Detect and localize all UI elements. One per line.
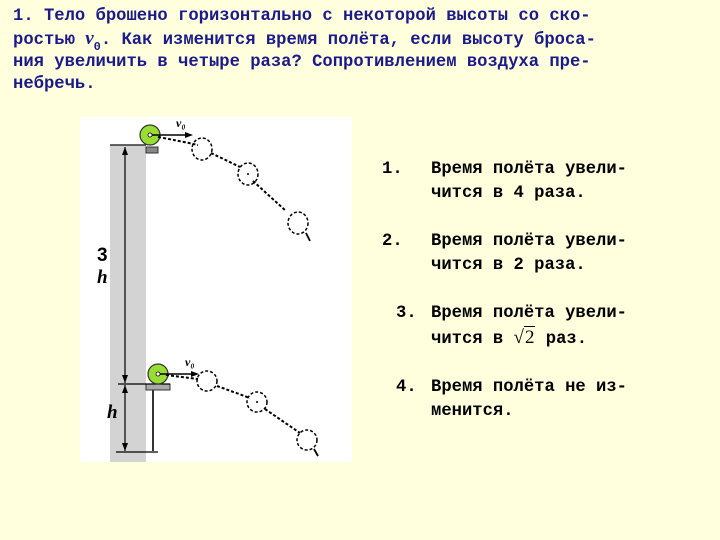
velocity-subscript: 0 bbox=[93, 40, 101, 54]
answer-option-4[interactable]: 4. Время полёта не из- менится. bbox=[382, 376, 712, 424]
velocity-label-bottom: v₀ bbox=[185, 355, 195, 369]
height-label-h: h bbox=[107, 402, 118, 423]
answer-line: Время полёта не из- bbox=[431, 378, 627, 397]
height-label-3h: 3 h bbox=[97, 245, 108, 289]
ball-bottom-center bbox=[155, 371, 161, 377]
answer-line-pre: чится в bbox=[431, 330, 514, 349]
velocity-label-top: v₀ bbox=[176, 117, 186, 130]
ball-position-top-1 bbox=[191, 137, 213, 161]
trajectory-path-bottom bbox=[165, 374, 301, 434]
question-line-2: ростью v0. Как изменится время полёта, е… bbox=[13, 28, 596, 54]
answer-options: 1. Время полёта увели- чится в 4 раза. 2… bbox=[382, 158, 712, 448]
velocity-arrowhead-top bbox=[185, 132, 193, 138]
answer-text: Время полёта увели- чится в 2 раза. bbox=[431, 230, 712, 278]
top-ledge bbox=[145, 146, 159, 154]
height-label-3h-number: 3 bbox=[97, 245, 108, 266]
answer-option-2[interactable]: 2. Время полёта увели- чится в 2 раза. bbox=[382, 230, 712, 278]
ball-position-top-2-center bbox=[247, 173, 249, 175]
velocity-symbol: v bbox=[85, 28, 94, 49]
sqrt-expression: √2 bbox=[514, 326, 536, 348]
answer-line: Время полёта увели- bbox=[431, 304, 627, 323]
ball-position-top-3 bbox=[287, 211, 309, 235]
answer-text: Время полёта увели- чится в √2 раз. bbox=[431, 302, 712, 352]
trajectory-tail-top bbox=[305, 232, 311, 242]
answer-option-1[interactable]: 1. Время полёта увели- чится в 4 раза. bbox=[382, 158, 712, 206]
trajectory-tail-bottom bbox=[313, 448, 319, 457]
question-line-1: 1. Тело брошено горизонтально с некоторо… bbox=[13, 7, 591, 26]
answer-text: Время полёта увели- чится в 4 раза. bbox=[431, 158, 712, 206]
trajectory-path-top bbox=[157, 136, 287, 212]
answer-line: менится. bbox=[431, 402, 514, 421]
answer-number: 3. bbox=[396, 304, 417, 323]
answer-text: Время полёта не из- менится. bbox=[431, 376, 712, 424]
answer-number: 1. bbox=[382, 160, 403, 179]
sqrt-symbol: √ bbox=[513, 327, 524, 348]
answer-number: 2. bbox=[382, 232, 403, 251]
trajectory-figure: v₀ v₀ bbox=[80, 117, 352, 462]
question-line-3: ния увеличить в четыре раза? Сопротивлен… bbox=[13, 53, 591, 72]
answer-line: Время полёта увели- bbox=[431, 232, 627, 251]
answer-line: чится в 4 раза. bbox=[431, 184, 586, 203]
answer-option-3[interactable]: 3. Время полёта увели- чится в √2 раз. bbox=[382, 302, 712, 352]
bottom-ledge bbox=[145, 383, 171, 391]
answer-line-post: раз. bbox=[535, 330, 588, 349]
ball-top-center bbox=[147, 132, 153, 138]
ball-position-bottom-2-center bbox=[256, 401, 258, 403]
answer-line: чится в √2 раз. bbox=[431, 326, 712, 352]
sqrt-radicand: 2 bbox=[523, 326, 536, 348]
ball-position-bottom-1 bbox=[196, 370, 218, 392]
answer-line: Время полёта увели- bbox=[431, 160, 627, 179]
question-line-4: небречь. bbox=[13, 75, 96, 94]
question-text: 1. Тело брошено горизонтально с некоторо… bbox=[13, 6, 713, 96]
answer-number: 4. bbox=[396, 378, 417, 397]
trajectory-diagram: v₀ v₀ bbox=[110, 117, 319, 462]
height-label-3h-var: h bbox=[97, 267, 108, 288]
answer-line: чится в 2 раза. bbox=[431, 256, 586, 275]
